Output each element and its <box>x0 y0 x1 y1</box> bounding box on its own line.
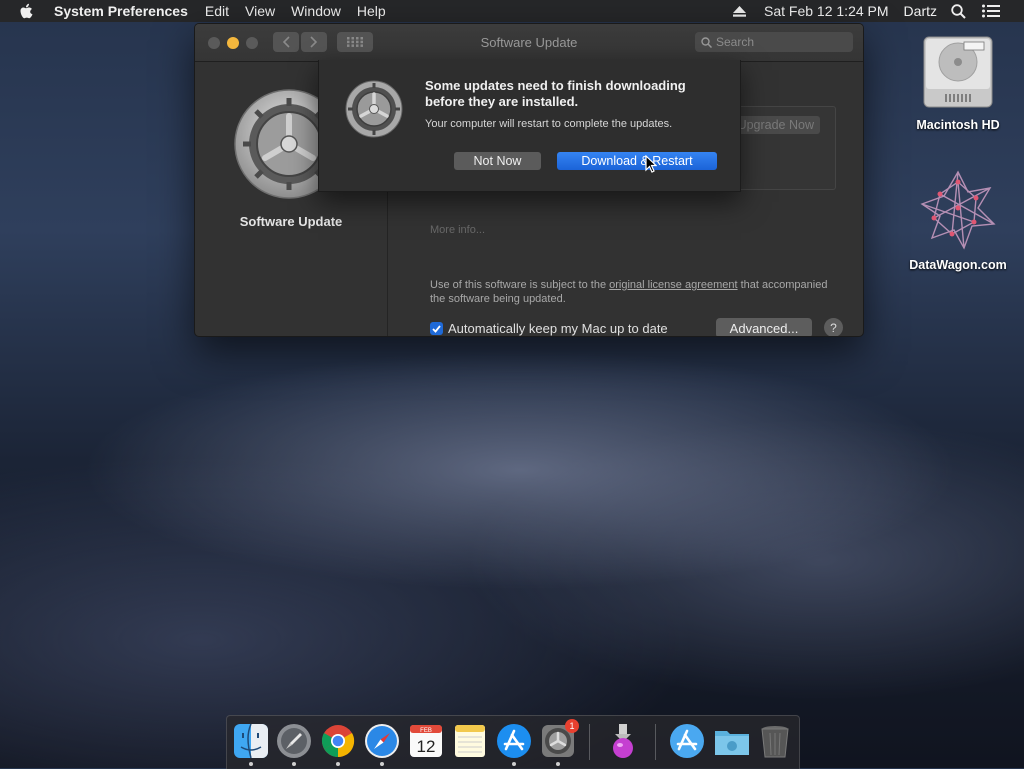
spotlight-search-icon[interactable] <box>951 3 966 19</box>
desktop-icon-macintosh-hd[interactable]: Macintosh HD <box>903 32 1013 132</box>
menu-app-name[interactable]: System Preferences <box>54 3 188 19</box>
checkmark-icon <box>432 324 441 333</box>
launchpad-icon[interactable] <box>276 723 312 759</box>
desktop-icon-datawagon[interactable]: DataWagon.com <box>903 168 1013 272</box>
auto-update-row[interactable]: Automatically keep my Mac up to date <box>430 321 668 336</box>
app-store-icon[interactable] <box>496 723 532 759</box>
search-icon <box>701 36 712 48</box>
running-indicator <box>292 762 296 766</box>
search-placeholder: Search <box>716 35 755 49</box>
running-indicator <box>512 762 516 766</box>
desktop-icon-label: DataWagon.com <box>909 258 1007 272</box>
calendar-day: 12 <box>417 737 436 756</box>
search-field[interactable]: Search <box>695 32 853 52</box>
dock-separator <box>655 724 656 760</box>
menu-help[interactable]: Help <box>357 3 386 19</box>
license-text: Use of this software is subject to the o… <box>430 278 830 306</box>
auto-update-checkbox[interactable] <box>430 322 443 335</box>
notification-center-icon[interactable] <box>982 4 1000 18</box>
license-agreement-link[interactable]: original license agreement <box>609 279 737 291</box>
mouse-pointer-icon <box>645 155 657 173</box>
hard-drive-icon <box>903 32 1013 112</box>
dock-separator <box>589 724 590 760</box>
datawagon-logo-icon <box>903 168 1013 252</box>
running-indicator <box>249 762 253 766</box>
more-info-link[interactable]: More info... <box>430 224 485 236</box>
system-preferences-gear-icon <box>345 80 403 138</box>
notification-badge: 1 <box>565 719 579 733</box>
dock: FEB 12 1 <box>226 715 800 769</box>
safari-icon[interactable] <box>364 723 400 759</box>
not-now-button[interactable]: Not Now <box>454 152 541 170</box>
pane-name-label: Software Update <box>239 214 343 229</box>
menu-window[interactable]: Window <box>291 3 341 19</box>
apple-menu-icon[interactable] <box>19 3 37 20</box>
menu-edit[interactable]: Edit <box>205 3 229 19</box>
calendar-month: FEB <box>420 728 432 734</box>
help-button[interactable]: ? <box>824 318 843 336</box>
running-indicator <box>336 762 340 766</box>
running-indicator <box>380 762 384 766</box>
desktop-icon-label: Macintosh HD <box>916 118 1000 132</box>
applications-folder-icon[interactable] <box>669 723 705 759</box>
advanced-button[interactable]: Advanced... <box>716 318 812 336</box>
clock[interactable]: Sat Feb 12 1:24 PM <box>764 3 889 19</box>
dialog-title: Some updates need to finish downloading … <box>425 78 686 109</box>
running-indicator <box>556 762 560 766</box>
dialog-message: Your computer will restart to complete t… <box>425 118 673 130</box>
menu-view[interactable]: View <box>245 3 275 19</box>
auto-update-label: Automatically keep my Mac up to date <box>448 321 668 336</box>
calendar-icon[interactable]: FEB 12 <box>408 723 444 759</box>
license-prefix: Use of this software is subject to the <box>430 279 610 291</box>
trash-icon[interactable] <box>757 723 793 759</box>
finder-icon[interactable] <box>233 723 269 759</box>
notes-icon[interactable] <box>452 723 488 759</box>
restart-dialog-sheet: Some updates need to finish downloading … <box>318 60 741 192</box>
download-restart-button[interactable]: Download & Restart <box>557 152 717 170</box>
user-name[interactable]: Dartz <box>904 3 937 19</box>
window-titlebar[interactable]: Software Update Search <box>195 24 863 62</box>
downloads-folder-icon[interactable] <box>713 723 749 759</box>
chrome-icon[interactable] <box>320 723 356 759</box>
eject-icon[interactable] <box>733 5 747 17</box>
installer-icon[interactable] <box>605 723 641 759</box>
menu-bar: System Preferences Edit View Window Help… <box>0 0 1024 22</box>
